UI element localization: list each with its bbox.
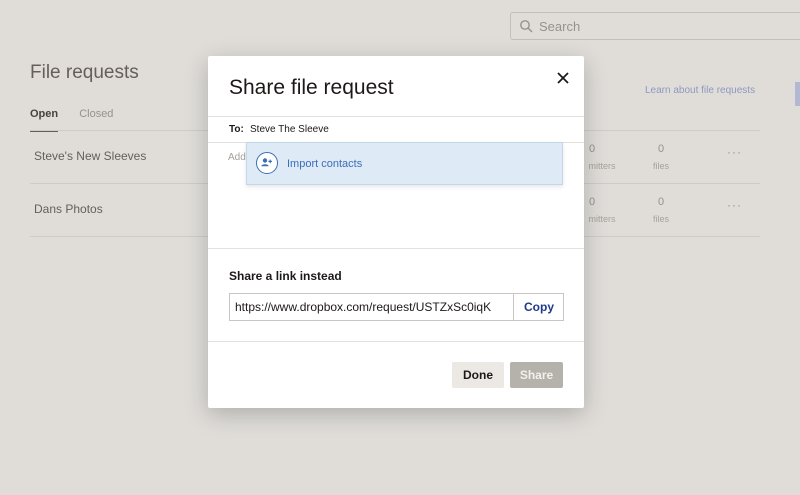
share-file-request-modal: Share file request To: Add Import contac…	[208, 56, 584, 408]
share-link-url[interactable]: https://www.dropbox.com/request/USTZxSc0…	[235, 300, 509, 314]
recipient-row: To:	[208, 116, 584, 143]
close-button[interactable]	[552, 67, 574, 89]
section-divider	[208, 248, 584, 249]
share-link-heading: Share a link instead	[229, 269, 342, 283]
to-label: To:	[229, 124, 244, 135]
add-contact-icon	[256, 152, 278, 174]
copy-button[interactable]: Copy	[513, 294, 564, 320]
share-button[interactable]: Share	[510, 362, 563, 388]
modal-title: Share file request	[229, 76, 394, 99]
close-icon	[557, 72, 569, 84]
import-contacts-label: Import contacts	[287, 158, 363, 170]
add-message-label[interactable]: Add	[228, 152, 246, 163]
recipient-input[interactable]	[246, 120, 572, 139]
footer-divider	[208, 341, 584, 342]
import-contacts-option[interactable]: Import contacts	[246, 142, 563, 185]
share-link-field[interactable]: https://www.dropbox.com/request/USTZxSc0…	[229, 293, 564, 321]
done-button[interactable]: Done	[452, 362, 504, 388]
